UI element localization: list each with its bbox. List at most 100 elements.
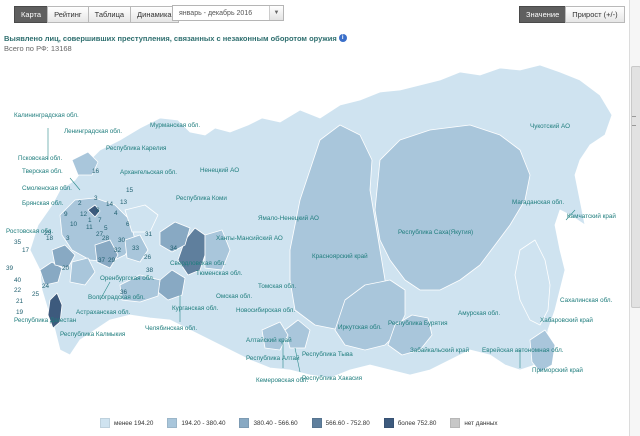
label-arkhangelsk: Архангельская обл. xyxy=(120,168,177,176)
region-number: 11 xyxy=(86,224,93,231)
legend-item: нет данных xyxy=(450,418,498,428)
label-khabarovsk: Хабаровский край xyxy=(540,316,593,324)
region-number: 27 xyxy=(96,231,104,238)
label-buryatia: Республика Бурятия xyxy=(388,319,448,327)
label-irkutsk: Иркутская обл. xyxy=(338,323,382,331)
label-leningrad: Ленинградская обл. xyxy=(64,127,122,135)
label-chukotka: Чукотский АО xyxy=(530,122,570,130)
region-number: 38 xyxy=(146,267,154,274)
region-number: 13 xyxy=(120,199,128,206)
region-number: 36 xyxy=(120,289,128,296)
map-legend: менее 194.20 194.20 - 380.40 380.40 - 56… xyxy=(100,418,512,428)
region-number: 30 xyxy=(118,237,126,244)
label-chelyabinsk: Челябинская обл. xyxy=(145,324,197,332)
label-jewish: Еврейская автономная обл. xyxy=(482,346,564,354)
legend-label: 380.40 - 566.60 xyxy=(253,419,298,427)
label-omsk: Омская обл. xyxy=(216,292,252,300)
legend-label: 194.20 - 380.40 xyxy=(181,419,226,427)
label-dagestan: Республика Дагестан xyxy=(14,316,77,324)
region-number: 17 xyxy=(22,247,30,254)
label-bryansk: Брянская обл. xyxy=(22,199,64,207)
region-number: 20 xyxy=(62,265,70,272)
region-number: 3 xyxy=(94,195,98,202)
legend-item: 380.40 - 566.60 xyxy=(239,418,298,428)
label-astrakhan: Астраханская обл. xyxy=(76,308,130,316)
label-krasnoyarsk: Красноярский край xyxy=(312,252,368,260)
label-khakasia: Республика Хакасия xyxy=(302,374,362,382)
legend-swatch xyxy=(311,418,322,428)
label-sakhalin: Сахалинская обл. xyxy=(560,296,613,304)
region-number: 22 xyxy=(14,287,22,294)
region-number: 28 xyxy=(102,235,110,242)
region-number: 39 xyxy=(6,265,14,272)
label-karelia: Республика Карелия xyxy=(106,144,166,152)
region-number: 3 xyxy=(66,235,70,242)
legend-label: 566.60 - 752.80 xyxy=(325,419,370,427)
region-number: 35 xyxy=(14,239,22,246)
label-smolensk: Смоленская обл. xyxy=(22,184,72,192)
label-orenburg: Оренбургская обл. xyxy=(100,274,155,282)
label-altai-rep: Республика Алтай xyxy=(246,354,300,362)
label-kaliningrad: Калининградская обл. xyxy=(14,111,79,119)
region-number: 8 xyxy=(96,207,100,214)
scrollbar-thumb[interactable] xyxy=(631,66,640,308)
region-number: 4 xyxy=(114,210,118,217)
label-tyumen: Тюменская обл. xyxy=(196,269,243,277)
region-number: 32 xyxy=(114,247,122,254)
region-number: 7 xyxy=(98,217,102,224)
scrollbar-grip-icon xyxy=(632,116,636,126)
legend-label: более 752.80 xyxy=(397,419,437,427)
label-tomsk: Томская обл. xyxy=(258,282,296,290)
region-number: 10 xyxy=(70,221,78,228)
region-number: 21 xyxy=(16,298,24,305)
region-number: 34 xyxy=(170,245,178,252)
region-number: 9 xyxy=(64,211,68,218)
region-number: 16 xyxy=(92,168,100,175)
label-kalmykia: Республика Калмыкия xyxy=(60,330,125,338)
region-number: 29 xyxy=(108,257,116,264)
legend-item: 566.60 - 752.80 xyxy=(311,418,370,428)
label-khmao: Ханты-Мансийский АО xyxy=(216,234,283,242)
region-number: 12 xyxy=(80,211,88,218)
label-kamchatka: Камчатский край xyxy=(567,212,616,220)
label-pskov: Псковская обл. xyxy=(18,154,62,162)
legend-item: 194.20 - 380.40 xyxy=(167,418,225,428)
legend-label: нет данных xyxy=(464,419,498,427)
label-zabaikal: Забайкальский край xyxy=(410,346,470,354)
label-kurgan: Курганская обл. xyxy=(172,304,219,312)
label-nenets: Ненецкий АО xyxy=(200,166,239,174)
label-murmansk: Мурманская обл. xyxy=(150,121,200,129)
region-number: 2 xyxy=(78,200,82,207)
region-number: 6 xyxy=(126,221,130,228)
label-novosibirsk: Новосибирская обл. xyxy=(236,306,295,314)
region-number: 33 xyxy=(132,245,140,252)
label-sakha: Республика Саха(Якутия) xyxy=(398,228,473,236)
label-volgograd: Волгоградская обл. xyxy=(88,293,145,301)
label-amur: Амурская обл. xyxy=(458,309,500,317)
region-number: 25 xyxy=(32,291,40,298)
legend-swatch xyxy=(383,418,394,428)
region-number: 26 xyxy=(144,254,152,261)
region-number: 14 xyxy=(106,201,114,208)
region-number: 5 xyxy=(104,225,108,232)
region-number: 31 xyxy=(145,231,153,238)
legend-swatch xyxy=(100,418,110,428)
label-kemerovo: Кемеровская обл. xyxy=(256,376,308,384)
region-number: 24 xyxy=(42,283,50,290)
label-tver: Тверская обл. xyxy=(22,167,63,175)
label-magadan: Магаданская обл. xyxy=(512,198,564,206)
region-number: 15 xyxy=(126,187,134,194)
legend-item: менее 194.20 xyxy=(100,418,153,428)
label-tyva: Республика Тыва xyxy=(302,350,353,358)
label-sverdlovsk: Свердловская обл. xyxy=(170,259,226,267)
scrollbar[interactable] xyxy=(629,0,640,436)
legend-item: более 752.80 xyxy=(383,418,437,428)
region-number: 1 xyxy=(88,217,92,224)
legend-swatch xyxy=(450,418,461,428)
region-number: 18 xyxy=(46,235,54,242)
label-altai-krai: Алтайский край xyxy=(246,336,292,344)
legend-swatch xyxy=(239,418,250,428)
russia-map: Калининградская обл. Ленинградская обл. … xyxy=(6,64,616,384)
label-yanao: Ямало-Ненецкий АО xyxy=(258,214,319,222)
label-primorsky: Приморский край xyxy=(532,366,583,374)
